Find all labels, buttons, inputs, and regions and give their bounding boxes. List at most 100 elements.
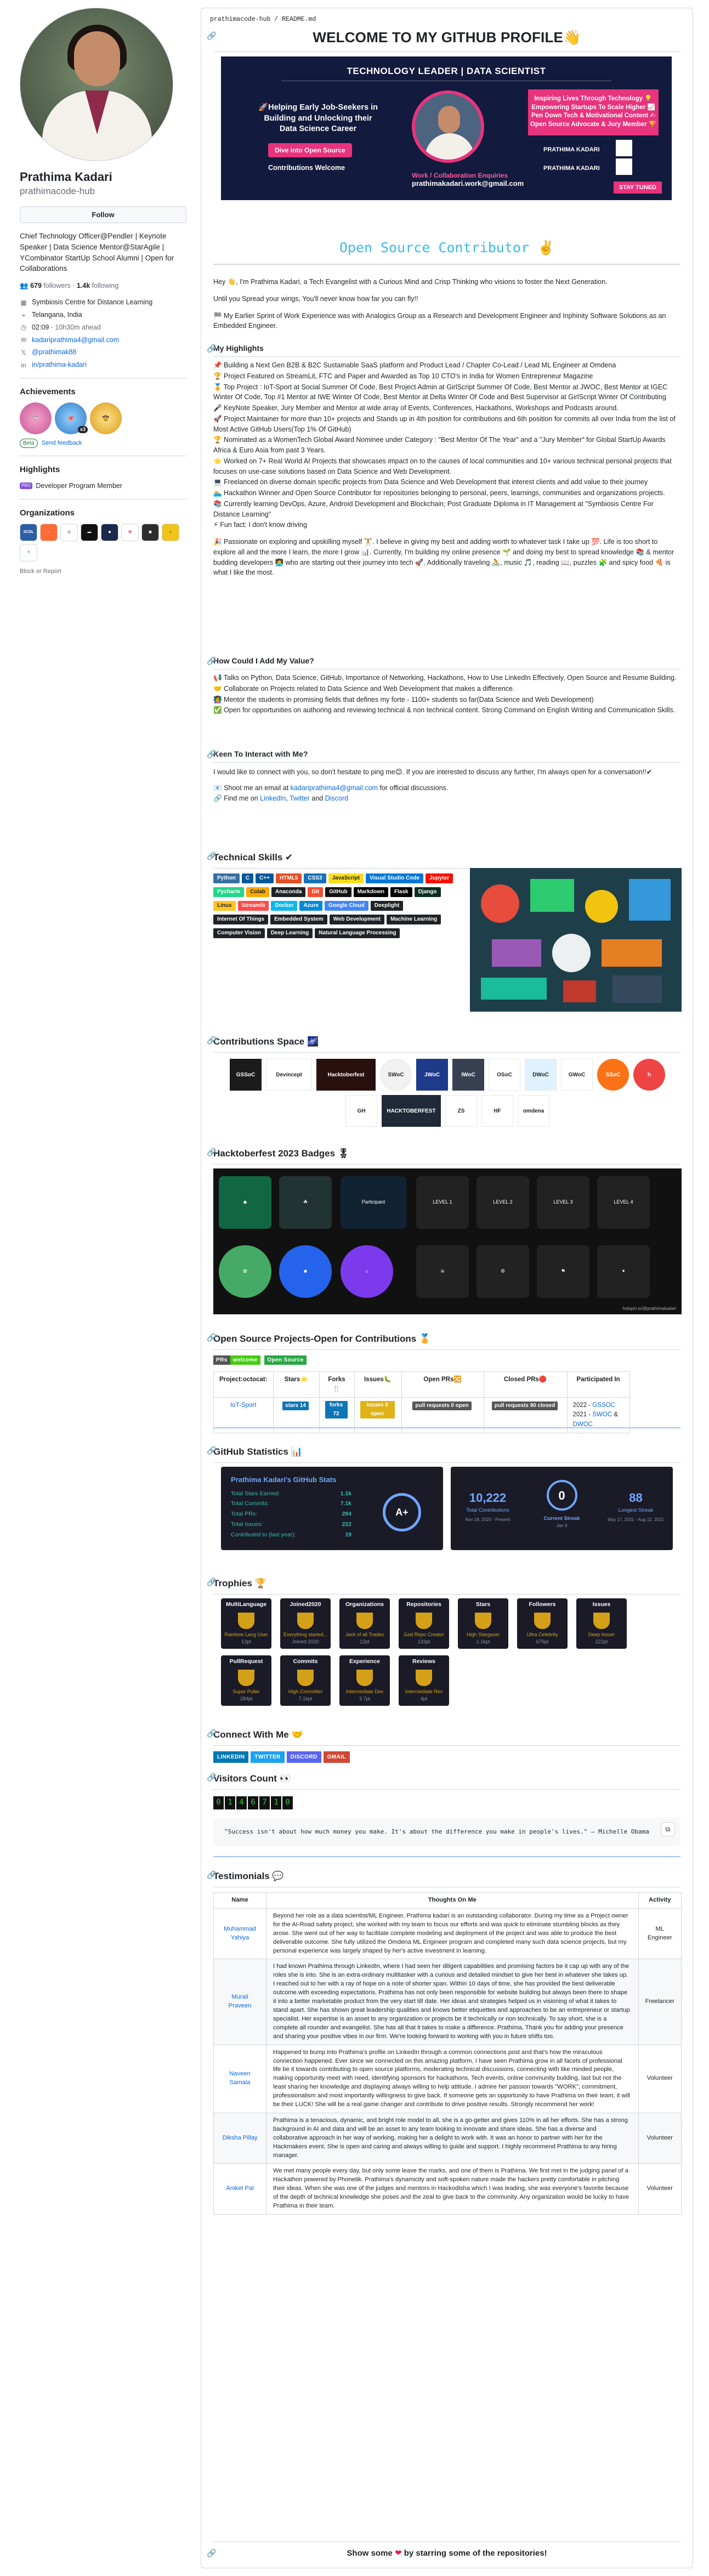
followers-link[interactable]: 679 followers bbox=[30, 282, 71, 290]
trophy-card: Issues Deep Issuer 222pt bbox=[576, 1598, 627, 1649]
connect-badges: LINKEDIN TWITTER DISCORD GMAIL bbox=[213, 1751, 680, 1763]
org-avatar[interactable]: ✿ bbox=[121, 524, 139, 542]
trophy-card: Repositories God Repo Creator 133pt bbox=[399, 1598, 449, 1649]
readme-panel: prathimacode-hub / README.md 🔗 WELCOME T… bbox=[201, 8, 693, 2568]
readme-twitter-link[interactable]: Twitter bbox=[290, 795, 310, 802]
copy-icon[interactable]: ⧉ bbox=[661, 1822, 675, 1836]
swoc-link[interactable]: SWOC bbox=[592, 1411, 612, 1418]
trophy-card: MultiLanguage Rainbow Lang User 13pt bbox=[221, 1598, 271, 1649]
skill-badge: Python bbox=[213, 873, 240, 883]
social-badge[interactable]: TWITTER bbox=[251, 1751, 285, 1763]
trophy-icon bbox=[416, 1612, 432, 1629]
testimonial-name-link[interactable]: Muhammad Yahiya bbox=[224, 1926, 256, 1941]
profile-bio: Chief Technology Officer@Pendler | Keyno… bbox=[20, 232, 174, 273]
achievements-heading[interactable]: Achievements bbox=[20, 386, 186, 399]
anchor-link-icon[interactable]: 🔗 bbox=[207, 1445, 216, 1456]
connect-section: Connect With Me 🤝 LINKEDIN TWITTER DISCORD… bbox=[213, 1728, 680, 1763]
prs-badge-label: PRs bbox=[213, 1355, 230, 1365]
anchor-link-icon[interactable]: 🔗 bbox=[207, 655, 216, 667]
trophy-icon bbox=[297, 1612, 314, 1629]
anchor-link-icon[interactable]: 🔗 bbox=[207, 1147, 216, 1158]
email-item[interactable]: ✉ kadariprathima4@gmail.com bbox=[20, 335, 186, 345]
hacktoberfest-badge: LEVEL 3 bbox=[537, 1176, 589, 1229]
avatar[interactable]: 💭 bbox=[20, 8, 173, 161]
table-row: Muhammad Yahiya Beyond her role as a data… bbox=[213, 1908, 682, 1960]
highlight-item: ⚡ Fun fact: I don't know driving bbox=[213, 521, 307, 529]
following-link[interactable]: 1.4k following bbox=[77, 282, 118, 290]
follow-button[interactable]: Follow bbox=[20, 206, 186, 224]
skill-badge: Colab bbox=[246, 887, 270, 897]
status-emoji[interactable]: 💭 bbox=[152, 138, 171, 156]
linkedin-item[interactable]: in in/prathima-kadari bbox=[20, 360, 186, 370]
quote-block: "Success isn't about how much money you … bbox=[213, 1818, 680, 1846]
hacktoberfest-badge: ⚑ bbox=[537, 1245, 589, 1298]
testimonial-name-link[interactable]: Diksha Pillay bbox=[222, 2135, 257, 2141]
testimonial-name-link[interactable]: Murali Praveen bbox=[229, 1994, 252, 2009]
highlights-list: 📌 Building a Next Gen B2B & B2C Sustaina… bbox=[213, 360, 680, 530]
trophy-grid: MultiLanguage Rainbow Lang User 13pt Joined… bbox=[213, 1598, 682, 1713]
anchor-link-icon[interactable]: 🔗 bbox=[207, 1332, 216, 1343]
send-feedback-link[interactable]: Send feedback bbox=[42, 440, 82, 446]
skill-badge: Flask bbox=[390, 887, 412, 897]
trophy-icon bbox=[238, 1669, 254, 1686]
org-avatar[interactable]: ◆ bbox=[101, 524, 118, 542]
trophy-icon bbox=[297, 1669, 314, 1686]
dwoc-link[interactable]: DWOC bbox=[573, 1421, 593, 1428]
social-badge[interactable]: GMAIL bbox=[323, 1751, 350, 1763]
banner-contributions: Contributions Welcome bbox=[268, 164, 345, 172]
readme-linkedin-link[interactable]: LinkedIn bbox=[260, 795, 286, 802]
trophies-heading: Trophies 🏆 bbox=[213, 1576, 680, 1595]
intro-line: Until you Spread your wings, You'll neve… bbox=[213, 294, 418, 303]
org-avatar[interactable]: ○ bbox=[40, 524, 58, 542]
hacktoberfest-badge: ☠ bbox=[416, 1245, 469, 1298]
total-contributions: 10,222 bbox=[469, 1491, 507, 1505]
org-avatar[interactable]: ▬ bbox=[81, 524, 98, 542]
anchor-link-icon[interactable]: 🔗 bbox=[207, 2547, 216, 2559]
stats-row: Total Commits: 7.1k bbox=[231, 1500, 351, 1507]
anchor-link-icon[interactable]: 🔗 bbox=[207, 1869, 216, 1881]
org-avatar[interactable]: ◎ bbox=[60, 524, 78, 542]
testimonials-table: Name Thoughts On Me Activity Muhammad Ya… bbox=[213, 1892, 682, 2215]
readme-email-link[interactable]: kadariprathima4@gmail.com bbox=[291, 784, 378, 792]
social-badge[interactable]: DISCORD bbox=[286, 1751, 321, 1763]
testimonial-name-link[interactable]: Naveen Samala bbox=[229, 2070, 251, 2086]
social-badge[interactable]: LINKEDIN bbox=[213, 1751, 249, 1763]
profile-sidebar: 💭 Prathima Kadari prathimacode-hub Follo… bbox=[20, 8, 186, 576]
quote-text: "Success isn't about how much money you … bbox=[224, 1828, 649, 1835]
trophy-card: Experience Intermediate Dev 3.7pt bbox=[339, 1655, 390, 1706]
stats-section: GitHub Statistics 📊 bbox=[213, 1445, 680, 1463]
anchor-link-icon[interactable]: 🔗 bbox=[207, 1728, 216, 1739]
gssoc-link[interactable]: GSSOC bbox=[592, 1402, 615, 1409]
profile-details: ▦ Symbiosis Centre for Distance Learning … bbox=[20, 297, 186, 370]
twitter-item[interactable]: 𝕏 @prathimak88 bbox=[20, 347, 186, 358]
skill-badge: Internet Of Things bbox=[213, 915, 269, 924]
skill-badge: Pycharm bbox=[213, 887, 245, 897]
achievement-yolo-icon[interactable]: 🐙 x3 bbox=[55, 402, 88, 435]
anchor-link-icon[interactable]: 🔗 bbox=[207, 1035, 216, 1046]
anchor-link-icon[interactable]: 🔗 bbox=[207, 748, 216, 760]
pro-badge-icon: PRO bbox=[20, 483, 33, 490]
readme-discord-link[interactable]: Discord bbox=[325, 795, 348, 802]
block-report-link[interactable]: Block or Report bbox=[20, 567, 186, 576]
anchor-link-icon[interactable]: 🔗 bbox=[207, 343, 216, 354]
testimonial-name-link[interactable]: Aniket Pal bbox=[226, 2185, 253, 2192]
org-avatar[interactable]: ✦ bbox=[20, 544, 37, 562]
contribution-logo: Hacktoberfest bbox=[316, 1059, 376, 1091]
anchor-link-icon[interactable]: 🔗 bbox=[207, 1576, 216, 1588]
table-row: Murali Praveen I had known Prathima throu… bbox=[213, 1959, 682, 2045]
skill-badge: Markdown bbox=[353, 887, 389, 897]
project-link[interactable]: IoT-Sport bbox=[230, 1402, 256, 1409]
skill-badge: Web Development bbox=[329, 915, 385, 924]
org-avatar[interactable]: SCDL bbox=[20, 524, 37, 542]
achievement-pull-shark-icon[interactable]: 🦈 bbox=[20, 402, 52, 435]
contribution-logo: JWoC bbox=[416, 1059, 448, 1091]
anchor-link-icon[interactable]: 🔗 bbox=[207, 1772, 216, 1783]
counter-digit: 1 bbox=[271, 1796, 281, 1809]
anchor-link-icon[interactable]: 🔗 bbox=[207, 850, 216, 862]
highlights-section: My Highlights 📌 Building a Next Gen B2B … bbox=[213, 343, 680, 578]
org-avatar[interactable]: ☺ bbox=[162, 524, 179, 542]
anchor-link-icon[interactable]: 🔗 bbox=[207, 30, 216, 42]
achievement-quickdraw-icon[interactable]: 🤠 bbox=[90, 402, 122, 435]
table-row: Diksha Pillay Prathima is a tenacious, dy… bbox=[213, 2112, 682, 2164]
org-avatar[interactable]: ◼ bbox=[141, 524, 159, 542]
